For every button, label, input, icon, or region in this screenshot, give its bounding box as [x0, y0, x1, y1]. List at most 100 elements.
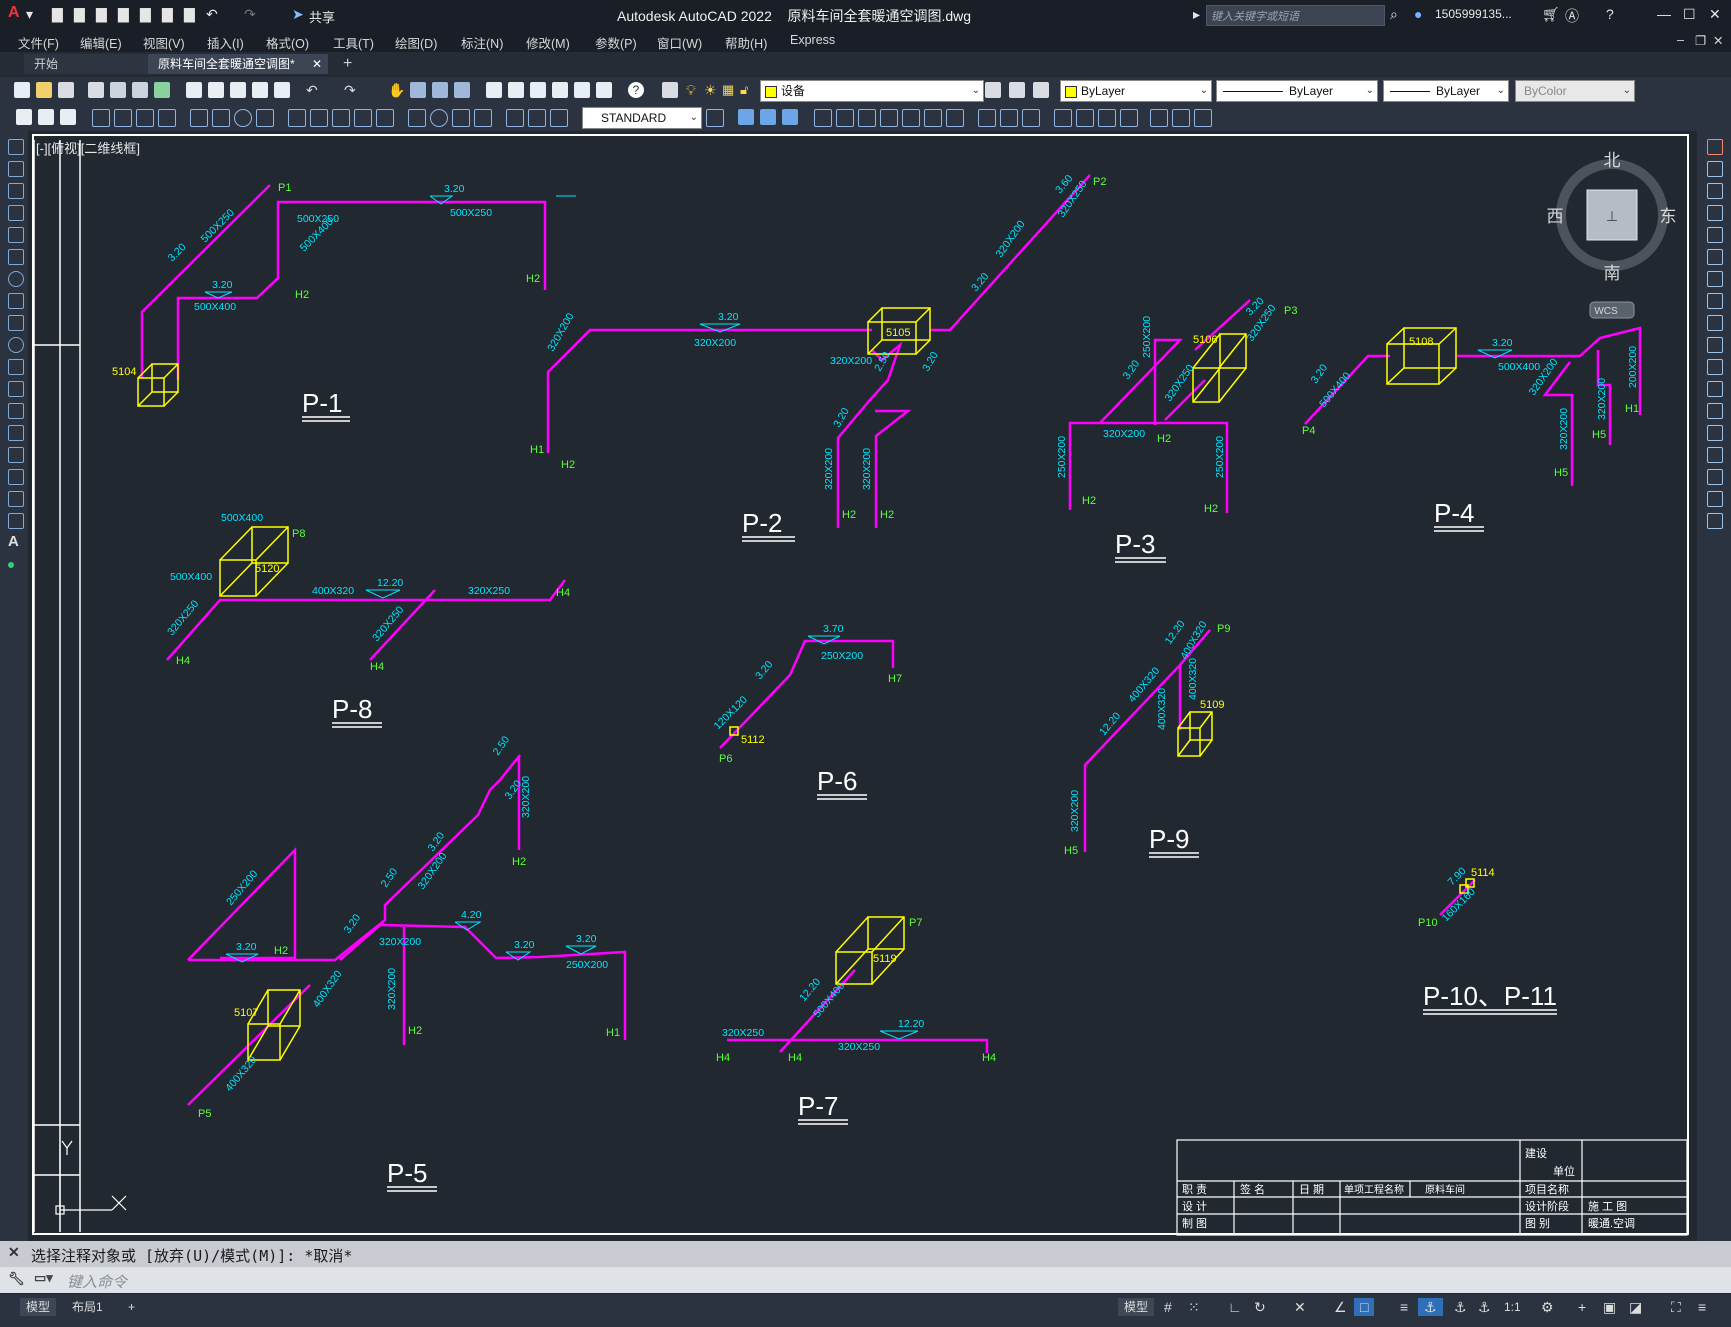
tolerance-icon[interactable]: [408, 109, 426, 127]
construction-line-icon[interactable]: [8, 161, 24, 177]
model-space-button[interactable]: 模型: [1118, 1298, 1155, 1316]
dim-continue-icon[interactable]: [332, 109, 350, 127]
open-web-icon[interactable]: ▇: [140, 6, 151, 23]
spline-icon[interactable]: [8, 315, 24, 331]
dim-edit-icon[interactable]: [506, 109, 524, 127]
tool-palettes-icon[interactable]: [530, 82, 546, 98]
redo-toolbar-icon[interactable]: ↷: [344, 82, 360, 98]
publish-icon[interactable]: [132, 82, 148, 98]
new-tab-button[interactable]: +: [333, 54, 352, 74]
qnew-icon[interactable]: [14, 82, 30, 98]
match-prop-icon[interactable]: [252, 82, 268, 98]
grid-icon[interactable]: #: [1158, 1298, 1178, 1316]
markup-icon[interactable]: [574, 82, 590, 98]
tab-close-icon[interactable]: ✕: [312, 54, 322, 74]
dim-baseline-icon[interactable]: [310, 109, 328, 127]
add-selected-icon[interactable]: [8, 557, 22, 571]
doc-minimize-icon[interactable]: –: [1677, 33, 1684, 47]
dim-override-icon[interactable]: [706, 109, 724, 127]
save-icon[interactable]: ▇: [96, 6, 107, 23]
hatch-icon[interactable]: [8, 447, 24, 463]
extend-icon[interactable]: [1707, 359, 1723, 375]
search-icon[interactable]: ⌕: [1390, 6, 1398, 23]
save-web-icon[interactable]: ▇: [162, 6, 173, 23]
user-name[interactable]: 1505999135...: [1435, 7, 1512, 21]
menu-view[interactable]: 视图(V): [143, 33, 185, 52]
maximize-icon[interactable]: ☐: [1683, 6, 1696, 23]
mirror-icon[interactable]: [1707, 183, 1723, 199]
plot-toolbar-icon[interactable]: [88, 82, 104, 98]
menu-tools[interactable]: 工具(T): [333, 33, 374, 52]
stretch-icon[interactable]: [1707, 315, 1723, 331]
3d-dwf-icon[interactable]: [154, 82, 170, 98]
hardware-accel-icon[interactable]: ▣: [1597, 1298, 1622, 1316]
save-toolbar-icon[interactable]: [58, 82, 74, 98]
menu-draw[interactable]: 绘图(D): [395, 33, 437, 52]
plot-icon[interactable]: ▇: [184, 6, 195, 23]
share-icon[interactable]: ➤: [292, 6, 304, 23]
modify-move-icon[interactable]: [814, 109, 832, 127]
menu-file[interactable]: 文件(F): [18, 33, 59, 52]
menu-express[interactable]: Express: [790, 33, 835, 47]
ucs-icon[interactable]: [738, 109, 754, 125]
undo-icon[interactable]: ↶: [206, 6, 218, 23]
region-icon[interactable]: [8, 491, 24, 507]
view-iso-sw-icon[interactable]: [1054, 109, 1072, 127]
viewport-controls[interactable]: [-][俯视][二维线框]: [36, 138, 140, 157]
layer-freeze-icon[interactable]: ☀: [704, 82, 720, 98]
dim-jogged-icon[interactable]: [212, 109, 230, 127]
expand-arrow-icon[interactable]: ▸: [1193, 6, 1200, 23]
zoom-previous-icon[interactable]: [454, 82, 470, 98]
doc-close-icon[interactable]: ✕: [1713, 33, 1723, 48]
center-mark-icon[interactable]: [430, 109, 448, 127]
doc-restore-icon[interactable]: ❐: [1695, 33, 1706, 48]
modify-stretch-icon[interactable]: [858, 109, 876, 127]
search-input[interactable]: 键入关键字或短语: [1206, 5, 1385, 26]
dim-angular-icon[interactable]: [256, 109, 274, 127]
qdim-icon[interactable]: [16, 109, 32, 125]
menu-parametric[interactable]: 参数(P): [595, 33, 637, 52]
trim-icon[interactable]: [1707, 337, 1723, 353]
iso-draft-icon[interactable]: ✕: [1288, 1298, 1312, 1316]
dim-break-icon[interactable]: [376, 109, 394, 127]
new-file-icon[interactable]: ▇: [52, 6, 63, 23]
make-block-icon[interactable]: [8, 403, 24, 419]
pan-icon[interactable]: ✋: [388, 82, 405, 98]
polyline-icon[interactable]: [8, 183, 24, 199]
view-iso-nw-icon[interactable]: [1120, 109, 1138, 127]
tab-layout1[interactable]: 布局1: [66, 1298, 109, 1316]
view-iso-se-icon[interactable]: [1076, 109, 1094, 127]
redo-icon[interactable]: ↷: [244, 6, 256, 23]
add-layout-button[interactable]: +: [122, 1298, 141, 1316]
polar-icon[interactable]: ↻: [1248, 1298, 1272, 1316]
dim-reassoc-icon[interactable]: [550, 109, 568, 127]
menu-edit[interactable]: 编辑(E): [80, 33, 122, 52]
menu-format[interactable]: 格式(O): [266, 33, 309, 52]
inspection-icon[interactable]: [452, 109, 470, 127]
layer-vp-freeze-icon[interactable]: ▦: [722, 82, 738, 98]
erase-icon[interactable]: [1707, 139, 1723, 155]
layer-on-icon[interactable]: 💡︎: [686, 82, 702, 98]
ucs-previous-icon[interactable]: [782, 109, 798, 125]
user-icon[interactable]: ●: [1414, 6, 1422, 22]
break-icon[interactable]: [1707, 403, 1723, 419]
modify-array-icon[interactable]: [946, 109, 964, 127]
close-command-icon[interactable]: ✕: [8, 1244, 20, 1261]
wrench-icon[interactable]: 🔧︎: [8, 1271, 25, 1287]
plotstyle-dropdown[interactable]: ByColor ⌄: [1515, 80, 1635, 102]
jogged-linear-icon[interactable]: [474, 109, 492, 127]
layer-match-icon[interactable]: [1033, 82, 1049, 98]
lineweight-icon[interactable]: ≡: [1394, 1298, 1414, 1316]
circle-icon[interactable]: [8, 271, 24, 287]
ellipse-arc-icon[interactable]: [8, 359, 24, 375]
model-space-canvas[interactable]: [32, 134, 1689, 1235]
polygon-icon[interactable]: [8, 205, 24, 221]
point-icon[interactable]: [8, 425, 24, 441]
dim-quick-icon[interactable]: [288, 109, 306, 127]
isolate-objects-icon[interactable]: ◪: [1623, 1298, 1648, 1316]
table-icon[interactable]: [8, 513, 24, 529]
menu-help[interactable]: 帮助(H): [725, 33, 767, 52]
open-icon[interactable]: [36, 82, 52, 98]
menu-modify[interactable]: 修改(M): [526, 33, 570, 52]
app-logo[interactable]: A: [8, 4, 20, 22]
